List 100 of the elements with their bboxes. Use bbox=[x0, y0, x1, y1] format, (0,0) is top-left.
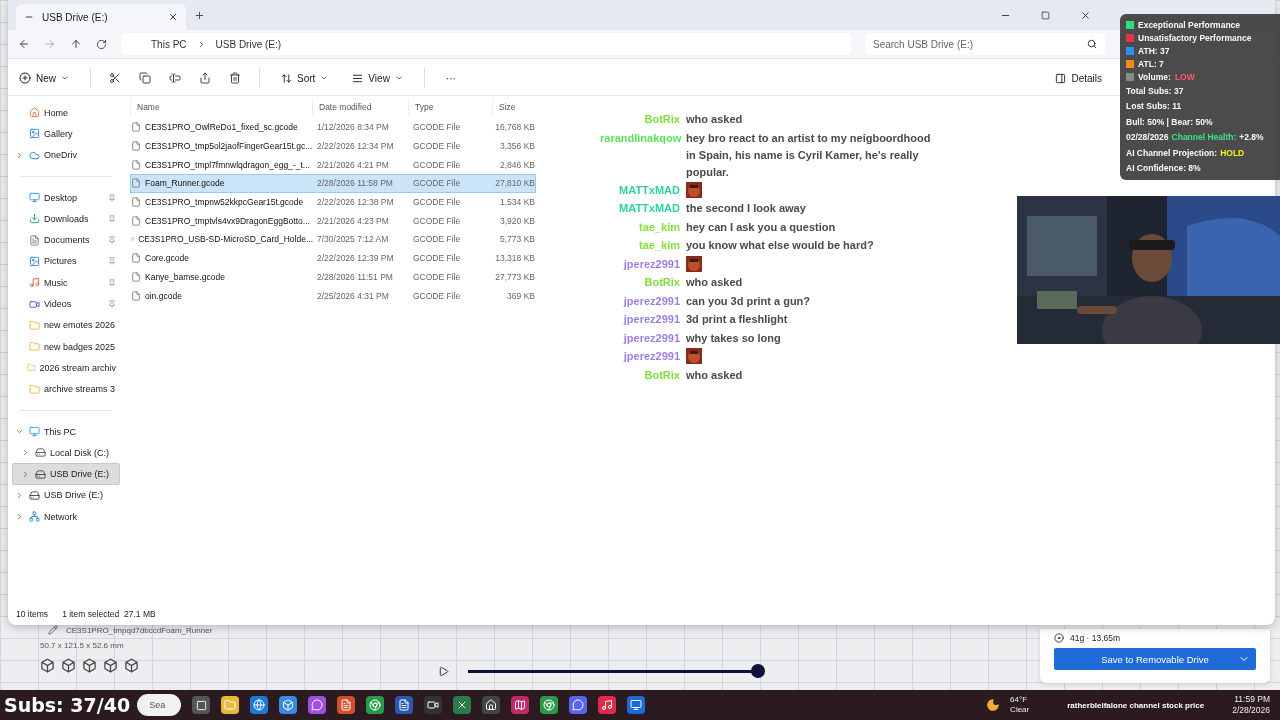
trash-icon[interactable] bbox=[229, 72, 241, 84]
globe-icon[interactable] bbox=[250, 696, 269, 714]
stat-text: ATL: 7 bbox=[1138, 58, 1164, 69]
close-icon[interactable] bbox=[168, 12, 178, 22]
sidebar-item[interactable]: Desktop bbox=[12, 186, 120, 209]
sidebar-item[interactable]: Network bbox=[12, 506, 120, 528]
copy-icon[interactable] bbox=[139, 72, 151, 84]
column-header[interactable]: Type bbox=[408, 98, 492, 116]
file-row[interactable]: Core.gcode 2/22/2026 12:39 PM GCODE File 13,318 KB bbox=[130, 248, 536, 268]
file-row[interactable]: CE3S1PRO_tmptvls4vx9DragonEggBotto... 2/21/2026 4:23 PM GCODE File 3,920 KB bbox=[130, 211, 536, 231]
chevron-right-icon[interactable] bbox=[15, 150, 24, 160]
file-row[interactable]: CE3S1PRO_tmp5ol2jaofFingerGear15t.gc... 2/22/2026 12:34 PM GCODE File 3,356 KB bbox=[130, 136, 536, 156]
folder-icon[interactable] bbox=[221, 696, 240, 714]
back-button[interactable] bbox=[18, 38, 30, 50]
more-button[interactable]: ··· bbox=[442, 70, 459, 86]
view-cube-icon[interactable] bbox=[82, 658, 97, 673]
chat-message: can you 3d print a gun? bbox=[686, 293, 812, 309]
chevron-right-icon[interactable] bbox=[21, 448, 30, 458]
monitor-icon[interactable] bbox=[627, 696, 646, 714]
share-icon[interactable] bbox=[199, 72, 211, 84]
view-button[interactable]: View bbox=[349, 70, 406, 86]
file-row[interactable]: CE3S1PRO_tmpnw52kkpcGear15t.gcode 2/22/2026 12:38 PM GCODE File 1,534 KB bbox=[130, 192, 536, 212]
camera-icon[interactable] bbox=[424, 696, 443, 714]
chat-username: jperez2991 bbox=[622, 293, 680, 309]
view-cube-icon[interactable] bbox=[40, 658, 55, 673]
file-row[interactable]: Foam_Runner.gcode 2/28/2026 11:58 PM GCODE File 27,810 KB bbox=[130, 174, 536, 193]
date-cell-text: 2/28/2026 11:58 PM bbox=[316, 178, 394, 189]
up-button[interactable] bbox=[70, 38, 82, 50]
sidebar-item[interactable]: new badges 2025 bbox=[12, 335, 120, 358]
breadcrumb-item[interactable]: USB Drive (E:) bbox=[215, 38, 282, 50]
cut-icon[interactable] bbox=[109, 72, 121, 84]
store-icon[interactable] bbox=[279, 696, 298, 714]
sidebar-item[interactable]: Music bbox=[12, 272, 120, 294]
new-tab-button[interactable] bbox=[194, 9, 205, 21]
sidebar-item[interactable]: OneDriv bbox=[12, 144, 120, 166]
search-field[interactable]: Search USB Drive (E:) bbox=[865, 33, 1105, 55]
sidebar-item[interactable]: Gallery bbox=[12, 123, 120, 145]
chat-message: who asked bbox=[686, 275, 744, 290]
details-button[interactable]: Details bbox=[1052, 70, 1105, 86]
object-name: CE3S1PRO_tmpqd7dbccdFoam_Runner bbox=[66, 625, 213, 635]
chat-app-icon[interactable] bbox=[569, 696, 588, 714]
size-cell-text: 27,773 KB bbox=[494, 271, 535, 282]
size-cell-text: 3,356 KB bbox=[499, 141, 535, 152]
browser-icon[interactable] bbox=[540, 696, 559, 714]
chevron-right-icon[interactable] bbox=[15, 490, 24, 500]
stat-text: Total Subs: 37 bbox=[1126, 85, 1184, 96]
view-cube-icon[interactable] bbox=[124, 658, 139, 673]
map-icon[interactable] bbox=[511, 696, 530, 714]
app-icon[interactable] bbox=[482, 696, 501, 714]
sidebar-item[interactable]: USB Drive (E:) bbox=[12, 463, 120, 485]
taskbar-search[interactable]: Sea bbox=[137, 694, 182, 716]
music-icon[interactable] bbox=[598, 696, 617, 714]
chat-message: the second I look away bbox=[686, 201, 807, 216]
rename-icon[interactable] bbox=[169, 72, 181, 84]
slider-thumb[interactable] bbox=[751, 664, 765, 678]
chevron-right-icon[interactable] bbox=[15, 512, 24, 522]
save-button[interactable]: Save to Removable Drive bbox=[1054, 648, 1256, 670]
sort-icon bbox=[281, 72, 292, 84]
file-name: CE3S1PRO_tmpl7fmnwlqdragon_egg_-_t... bbox=[145, 159, 310, 170]
breadcrumb-item[interactable]: This PC bbox=[151, 38, 187, 50]
view-cube-icon[interactable] bbox=[61, 658, 76, 673]
new-button[interactable]: New bbox=[16, 70, 72, 86]
sidebar-item[interactable]: Documents bbox=[12, 229, 120, 251]
refresh-button[interactable] bbox=[96, 38, 107, 50]
file-row[interactable]: CE3S1PRO_OwlReDo1_fixed_sc.gcode 1/12/2026 8:34 PM GCODE File 16,768 KB bbox=[130, 118, 536, 137]
sort-button[interactable]: Sort bbox=[278, 70, 332, 86]
chevron-right-icon[interactable] bbox=[21, 469, 30, 479]
game-icon[interactable] bbox=[453, 696, 472, 714]
chat-bubble-icon[interactable] bbox=[308, 696, 327, 714]
file-row[interactable]: CE3S1PRO_tmpl7fmnwlqdragon_egg_-_t... 2/21/2026 4:21 PM GCODE File 2,846 KB bbox=[130, 155, 536, 175]
browser-icon[interactable] bbox=[366, 696, 385, 714]
file-row[interactable]: CE3S1PRO_USB-SD-MicroSD_Card_Holde... 7/30/2025 7:12 AM GCODE File 5,773 KB bbox=[130, 230, 536, 249]
file-row[interactable]: Kanye_bamse.gcode 2/28/2026 11:51 PM GCODE File 27,773 KB bbox=[130, 267, 536, 287]
sidebar-item[interactable]: 2026 stream archiv bbox=[12, 357, 120, 379]
column-header[interactable]: Size bbox=[492, 98, 534, 116]
play-icon[interactable] bbox=[438, 665, 449, 677]
pencil-icon[interactable] bbox=[48, 625, 58, 635]
sidebar-item[interactable]: USB Drive (E:) bbox=[12, 484, 120, 507]
column-header[interactable]: Name bbox=[130, 98, 312, 116]
task-view-icon[interactable] bbox=[192, 696, 211, 714]
sidebar-item[interactable]: Pictures bbox=[12, 250, 120, 273]
sidebar-item[interactable]: Downloads bbox=[12, 208, 120, 230]
sidebar-item[interactable]: archive streams 3 bbox=[12, 378, 120, 400]
column-header[interactable]: Date modified bbox=[312, 98, 408, 116]
sidebar-item[interactable]: Videos bbox=[12, 293, 120, 315]
sidebar-item[interactable]: Home bbox=[12, 102, 120, 124]
chevron-down-icon[interactable] bbox=[15, 427, 24, 436]
address-bar[interactable]: This PC USB Drive (E:) bbox=[121, 33, 851, 55]
file-row[interactable]: oin.gcode 2/25/2026 4:31 PM GCODE File 369 KB bbox=[130, 286, 536, 305]
document-icon[interactable] bbox=[395, 696, 414, 714]
file-name: CE3S1PRO_OwlReDo1_fixed_sc.gcode bbox=[145, 122, 298, 133]
clock[interactable]: 11:59 PM 2/28/2026 bbox=[1232, 694, 1276, 716]
video-icon bbox=[29, 298, 40, 310]
view-cube-icon[interactable] bbox=[103, 658, 118, 673]
slides-icon[interactable] bbox=[337, 696, 356, 714]
chat-username: jperez2991 bbox=[622, 349, 680, 364]
window-tab[interactable]: USB Drive (E:) bbox=[16, 4, 186, 30]
sidebar-item[interactable]: new emotes 2026 bbox=[12, 314, 120, 336]
sidebar-item[interactable]: Local Disk (C:) bbox=[12, 442, 120, 464]
sidebar-item[interactable]: This PC bbox=[12, 420, 120, 443]
